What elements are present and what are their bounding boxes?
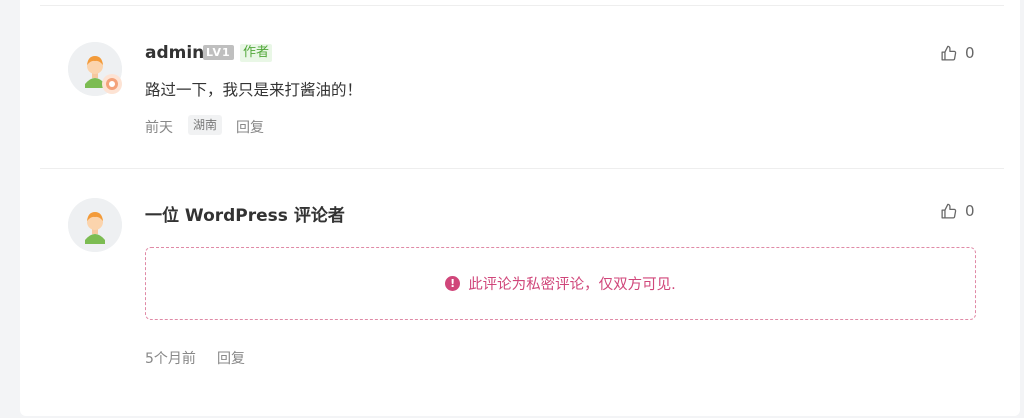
reply-button[interactable]: 回复 bbox=[217, 348, 245, 368]
divider bbox=[40, 168, 1004, 169]
private-comment-notice: ! 此评论为私密评论，仅双方可见. bbox=[145, 247, 976, 320]
level-badge: LV1 bbox=[203, 45, 234, 60]
divider bbox=[40, 5, 1004, 6]
author-tag: 作者 bbox=[240, 44, 273, 62]
comment-text: 路过一下，我只是来打酱油的！ bbox=[145, 81, 363, 99]
avatar-frame-badge-icon bbox=[102, 74, 122, 94]
private-notice-text: 此评论为私密评论，仅双方可见. bbox=[468, 277, 676, 293]
like-button[interactable]: 0 bbox=[940, 44, 975, 62]
avatar[interactable] bbox=[68, 198, 122, 252]
author-name[interactable]: admin bbox=[145, 43, 204, 63]
thumbs-up-icon bbox=[941, 45, 957, 61]
exclamation-circle-icon: ! bbox=[445, 276, 461, 291]
like-button[interactable]: 0 bbox=[940, 202, 975, 220]
comments-card: admin LV1 作者 0 路过一下，我只是来打酱油的！ 前天 湖南 回复 一… bbox=[20, 0, 1020, 416]
thumbs-up-icon bbox=[941, 203, 957, 219]
reply-button[interactable]: 回复 bbox=[236, 117, 264, 137]
like-count: 0 bbox=[965, 44, 975, 62]
region-badge: 湖南 bbox=[188, 115, 223, 135]
comment-time: 5个月前 bbox=[145, 351, 196, 367]
like-count: 0 bbox=[965, 202, 975, 220]
comment-time: 前天 bbox=[145, 120, 173, 136]
author-name[interactable]: 一位 WordPress 评论者 bbox=[145, 201, 345, 226]
user-avatar-icon bbox=[68, 198, 122, 252]
